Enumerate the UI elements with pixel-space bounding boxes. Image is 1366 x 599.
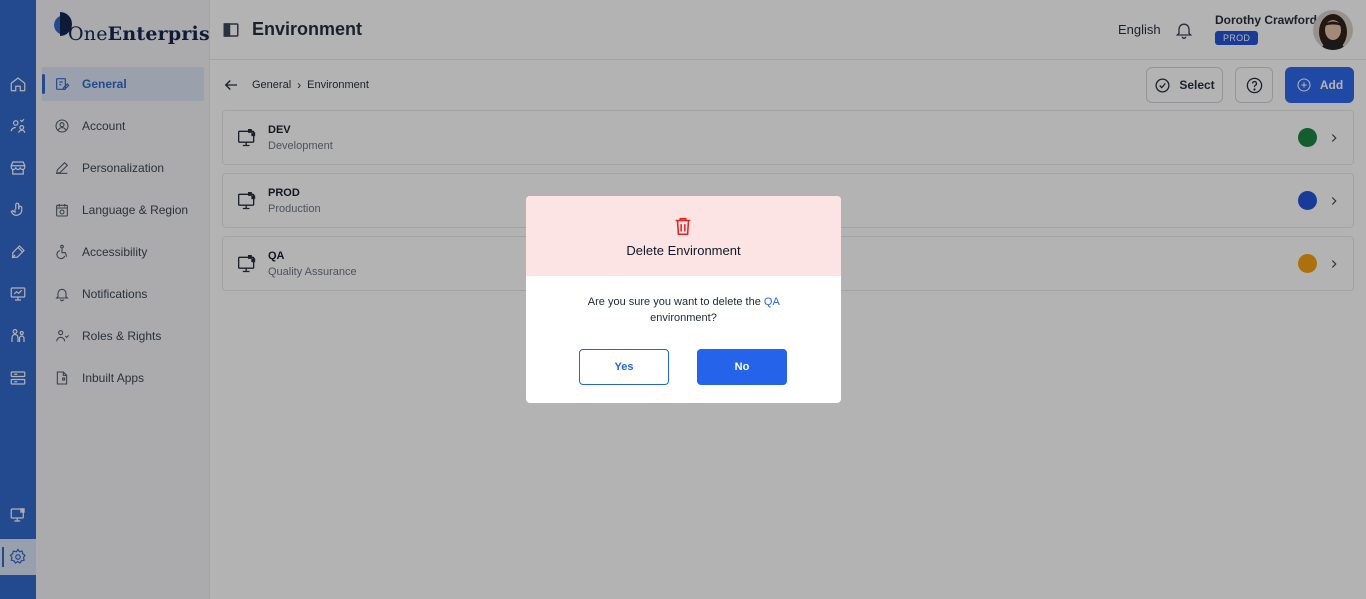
app-root: OneEnterprise General Account Personaliz… [0,0,1366,599]
dialog-title: Delete Environment [626,243,741,258]
dialog-header: Delete Environment [526,196,841,276]
delete-environment-dialog: Delete Environment Are you sure you want… [526,196,841,403]
environment-highlight: QA [763,296,780,308]
yes-button[interactable]: Yes [579,349,669,385]
dialog-message: Are you sure you want to delete the QA e… [587,296,780,324]
no-button[interactable]: No [697,349,787,385]
trash-icon [675,217,691,236]
